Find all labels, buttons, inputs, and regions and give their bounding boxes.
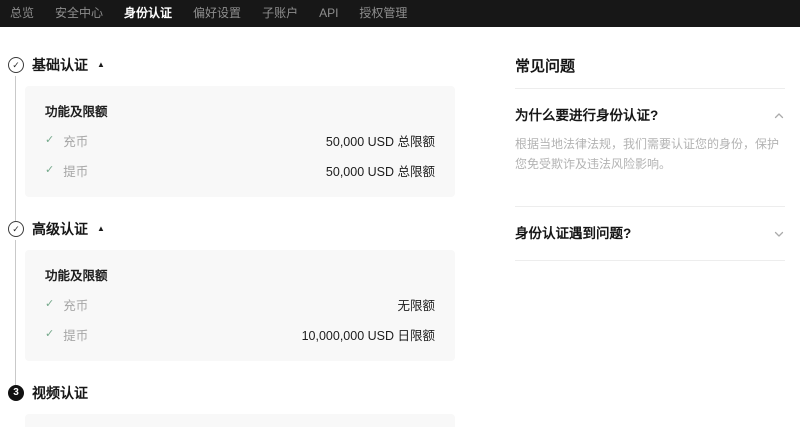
nav-item-authorization[interactable]: 授权管理 (359, 0, 407, 27)
nav-item-api[interactable]: API (319, 0, 338, 27)
step-title: 高级认证 (32, 219, 88, 239)
step-advanced-header[interactable]: 高级认证 ▲ (32, 219, 455, 239)
faq-item-why-verify: 为什么要进行身份认证? 根据当地法律法规，我们需要认证您的身份，保护您免受欺诈及… (515, 89, 785, 207)
check-icon: ✓ (45, 299, 54, 310)
step-number-badge: 3 (8, 385, 24, 401)
nav-item-overview[interactable]: 总览 (10, 0, 34, 27)
chevron-up-icon[interactable] (773, 110, 785, 122)
limit-label: 充币 (63, 131, 88, 150)
limits-card: 功能及限额 充币 无限额 (25, 414, 455, 427)
limit-value: 10,000,000 USD 日限额 (302, 325, 435, 344)
nav-item-security-center[interactable]: 安全中心 (55, 0, 103, 27)
limit-value: 50,000 USD 总限额 (326, 131, 435, 150)
faq-question-row[interactable]: 身份认证遇到问题? (515, 207, 785, 260)
step-video-verification: 3 视频认证 功能及限额 充币 无限额 (8, 383, 455, 427)
check-icon: ✓ (45, 329, 54, 340)
limit-row-deposit: ✓ 充币 50,000 USD 总限额 (45, 131, 435, 150)
faq-answer: 根据当地法律法规，我们需要认证您的身份，保护您免受欺诈及违法风险影响。 (515, 134, 785, 206)
faq-question: 身份认证遇到问题? (515, 224, 631, 243)
limit-row-deposit: ✓ 充币 无限额 (45, 295, 435, 314)
nav-item-identity-verification[interactable]: 身份认证 (124, 0, 172, 27)
limits-card: 功能及限额 ✓ 充币 50,000 USD 总限额 ✓ 提币 50,000 US… (25, 86, 455, 197)
faq-question-row[interactable]: 为什么要进行身份认证? (515, 89, 785, 125)
limit-label: 提币 (63, 161, 88, 180)
limit-value: 50,000 USD 总限额 (326, 161, 435, 180)
check-icon: ✓ (45, 165, 54, 176)
nav-item-preferences[interactable]: 偏好设置 (193, 0, 241, 27)
faq-question: 为什么要进行身份认证? (515, 106, 658, 125)
step-advanced-verification: ✓ 高级认证 ▲ 功能及限额 ✓ 充币 无限额 ✓ 提币 (8, 219, 455, 361)
step-title: 基础认证 (32, 55, 88, 75)
collapse-arrow-icon: ▲ (97, 61, 105, 69)
limits-card-title: 功能及限额 (45, 101, 435, 120)
step-video-header[interactable]: 视频认证 (32, 383, 455, 403)
nav-item-subaccounts[interactable]: 子账户 (262, 0, 298, 27)
collapse-arrow-icon: ▲ (97, 225, 105, 233)
step-complete-check-icon: ✓ (8, 57, 24, 73)
limit-value: 无限额 (397, 295, 435, 314)
limits-card: 功能及限额 ✓ 充币 无限额 ✓ 提币 10,000,000 USD 日限额 (25, 250, 455, 361)
limit-label: 提币 (63, 325, 88, 344)
step-basic-verification: ✓ 基础认证 ▲ 功能及限额 ✓ 充币 50,000 USD 总限额 ✓ (8, 55, 455, 197)
check-icon: ✓ (45, 135, 54, 146)
limit-row-withdraw: ✓ 提币 10,000,000 USD 日限额 (45, 325, 435, 344)
limits-card-title: 功能及限额 (45, 265, 435, 284)
main-content: ✓ 基础认证 ▲ 功能及限额 ✓ 充币 50,000 USD 总限额 ✓ (0, 27, 800, 427)
step-basic-header[interactable]: 基础认证 ▲ (32, 55, 455, 75)
limit-label: 充币 (63, 295, 88, 314)
step-complete-check-icon: ✓ (8, 221, 24, 237)
faq-heading: 常见问题 (515, 55, 785, 89)
step-title: 视频认证 (32, 383, 88, 403)
verification-timeline: ✓ 基础认证 ▲ 功能及限额 ✓ 充币 50,000 USD 总限额 ✓ (8, 55, 455, 427)
limit-row-withdraw: ✓ 提币 50,000 USD 总限额 (45, 161, 435, 180)
faq-item-verification-problems: 身份认证遇到问题? (515, 207, 785, 261)
chevron-down-icon[interactable] (773, 228, 785, 240)
faq-panel: 常见问题 为什么要进行身份认证? 根据当地法律法规，我们需要认证您的身份，保护您… (515, 55, 785, 427)
top-navbar: 总览 安全中心 身份认证 偏好设置 子账户 API 授权管理 (0, 0, 800, 27)
